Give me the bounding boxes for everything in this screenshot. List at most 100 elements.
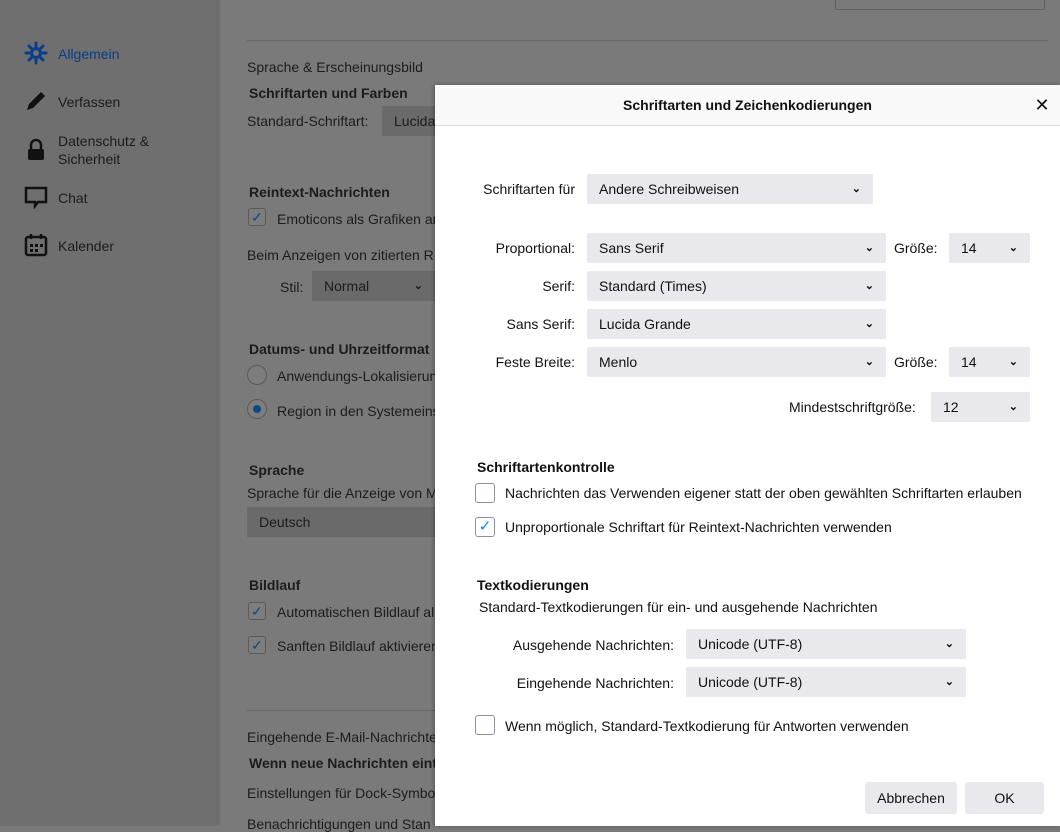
style-label: Stil: xyxy=(280,279,304,295)
size-label: Größe: xyxy=(894,354,938,370)
date-header: Datums- und Uhrzeitformat xyxy=(249,341,430,357)
dialog-titlebar: Schriftarten und Zeichenkodierungen ✕ xyxy=(435,85,1060,126)
radio-region-label: Region in den Systemeins xyxy=(277,403,440,419)
sidebar-item-datenschutz[interactable]: Datenschutz & Sicherheit xyxy=(24,132,204,168)
monospace-plaintext-label: Unproportionale Schriftart für Reintext-… xyxy=(505,519,892,535)
monospace-label: Feste Breite: xyxy=(495,354,575,370)
allow-own-fonts-label: Nachrichten das Verwenden eigener statt … xyxy=(505,485,1022,501)
sidebar: Allgemein Verfassen Datenschutz & Sicher… xyxy=(0,0,220,826)
default-font-label: Standard-Schriftart: xyxy=(247,113,369,129)
proportional-size-select[interactable]: 14 ⌄ xyxy=(949,233,1030,263)
serif-label: Serif: xyxy=(542,278,575,294)
monospace-size-value: 14 xyxy=(961,354,977,370)
notifications-label: Benachrichtigungen und Stan xyxy=(247,816,431,832)
monospace-value: Menlo xyxy=(599,354,638,370)
min-size-label: Mindestschriftgröße: xyxy=(789,399,916,415)
sans-serif-value: Lucida Grande xyxy=(599,316,691,332)
chevron-down-icon: ⌄ xyxy=(864,280,874,292)
outgoing-encoding-value: Unicode (UTF-8) xyxy=(698,636,803,652)
default-font-select[interactable]: Lucida xyxy=(382,106,442,136)
close-icon[interactable]: ✕ xyxy=(1032,85,1052,126)
new-messages-header: Wenn neue Nachrichten eint xyxy=(249,755,437,771)
radio-app-label: Anwendungs-Lokalisierun xyxy=(277,368,438,384)
chevron-down-icon: ⌄ xyxy=(864,356,874,368)
sidebar-item-label: Allgemein xyxy=(58,46,120,62)
encoding-header: Textkodierungen xyxy=(477,577,589,593)
chevron-down-icon: ⌄ xyxy=(944,638,954,650)
sans-serif-select[interactable]: Lucida Grande ⌄ xyxy=(587,309,886,339)
font-control-header: Schriftartenkontrolle xyxy=(477,459,615,475)
sidebar-item-allgemein[interactable]: Allgemein xyxy=(24,41,119,65)
plaintext-header: Reintext-Nachrichten xyxy=(249,184,390,200)
sans-serif-label: Sans Serif: xyxy=(506,316,575,332)
chevron-down-icon: ⌄ xyxy=(1008,401,1018,413)
serif-value: Standard (Times) xyxy=(599,278,707,294)
proportional-size-value: 14 xyxy=(961,240,977,256)
monospace-size-select[interactable]: 14 ⌄ xyxy=(949,347,1030,377)
chevron-down-icon: ⌄ xyxy=(1008,356,1018,368)
lang-header: Sprache xyxy=(249,462,305,478)
search-input[interactable] xyxy=(835,0,1045,10)
proportional-select[interactable]: Sans Serif ⌄ xyxy=(587,233,886,263)
incoming-encoding-select[interactable]: Unicode (UTF-8) ⌄ xyxy=(686,667,966,697)
allow-own-fonts-checkbox[interactable] xyxy=(475,483,495,503)
proportional-label: Proportional: xyxy=(495,240,575,256)
style-value: Normal xyxy=(324,278,370,294)
smooth-scroll-label: Sanften Bildlauf aktivieren xyxy=(277,638,439,654)
chevron-down-icon: ⌄ xyxy=(864,318,874,330)
chevron-down-icon: ⌄ xyxy=(864,242,874,254)
sidebar-item-label: Verfassen xyxy=(58,94,121,110)
incoming-encoding-value: Unicode (UTF-8) xyxy=(698,674,803,690)
smooth-scroll-checkbox[interactable]: ✓ xyxy=(248,636,266,654)
divider xyxy=(247,40,1048,41)
serif-select[interactable]: Standard (Times) ⌄ xyxy=(587,271,886,301)
min-size-select[interactable]: 12 ⌄ xyxy=(931,392,1030,422)
gear-icon xyxy=(24,41,48,65)
quoted-label: Beim Anzeigen von zitierten R xyxy=(247,247,434,263)
section-title: Sprache & Erscheinungsbild xyxy=(247,59,423,75)
outgoing-label: Ausgehende Nachrichten: xyxy=(512,637,674,653)
fonts-for-label: Schriftarten für xyxy=(483,181,575,197)
emoticons-checkbox[interactable]: ✓ xyxy=(248,208,266,226)
dialog-title: Schriftarten und Zeichenkodierungen xyxy=(623,97,872,113)
sidebar-item-label: Kalender xyxy=(58,238,115,254)
ok-button[interactable]: OK xyxy=(965,782,1044,814)
incoming-section: Eingehende E-Mail-Nachrichte xyxy=(247,729,437,745)
fonts-header: Schriftarten und Farben xyxy=(249,85,408,101)
calendar-icon xyxy=(24,233,48,257)
dock-settings-label: Einstellungen für Dock-Symbo xyxy=(247,785,436,801)
sidebar-item-verfassen[interactable]: Verfassen xyxy=(24,89,120,113)
sidebar-item-label: Datenschutz & Sicherheit xyxy=(58,133,150,167)
sidebar-item-label: Chat xyxy=(58,190,88,206)
lang-desc: Sprache für die Anzeige von M xyxy=(247,485,438,501)
monospace-select[interactable]: Menlo ⌄ xyxy=(587,347,886,377)
lock-icon xyxy=(24,138,48,162)
cancel-button[interactable]: Abbrechen xyxy=(865,782,957,814)
chevron-down-icon: ⌄ xyxy=(944,676,954,688)
min-size-value: 12 xyxy=(943,399,959,415)
monospace-plaintext-checkbox[interactable]: ✓ xyxy=(475,517,495,537)
divider xyxy=(247,710,447,711)
incoming-label: Eingehende Nachrichten: xyxy=(516,675,674,691)
chevron-down-icon: ⌄ xyxy=(413,280,423,292)
pencil-icon xyxy=(24,89,48,113)
fonts-for-select[interactable]: Andere Schreibweisen ⌄ xyxy=(587,174,873,204)
reply-default-encoding-checkbox[interactable] xyxy=(475,715,495,735)
language-select[interactable]: Deutsch xyxy=(247,507,447,537)
radio-region[interactable] xyxy=(247,399,267,419)
encoding-desc: Standard-Textkodierungen für ein- und au… xyxy=(479,599,878,615)
autoscroll-checkbox[interactable]: ✓ xyxy=(248,602,266,620)
sidebar-item-kalender[interactable]: Kalender xyxy=(24,233,114,257)
radio-app-locale[interactable] xyxy=(247,365,267,385)
sidebar-item-chat[interactable]: Chat xyxy=(24,185,88,209)
reply-default-encoding-label: Wenn möglich, Standard-Textkodierung für… xyxy=(505,718,909,734)
fonts-dialog: Schriftarten und Zeichenkodierungen ✕ Sc… xyxy=(435,85,1060,826)
chevron-down-icon: ⌄ xyxy=(851,183,861,195)
chevron-down-icon: ⌄ xyxy=(1008,242,1018,254)
outgoing-encoding-select[interactable]: Unicode (UTF-8) ⌄ xyxy=(686,629,966,659)
size-label: Größe: xyxy=(894,240,938,256)
autoscroll-label: Automatischen Bildlauf al xyxy=(277,604,435,620)
chat-icon xyxy=(24,185,48,209)
style-select[interactable]: Normal ⌄ xyxy=(312,271,435,301)
emoticons-label: Emoticons als Grafiken an xyxy=(277,211,441,227)
